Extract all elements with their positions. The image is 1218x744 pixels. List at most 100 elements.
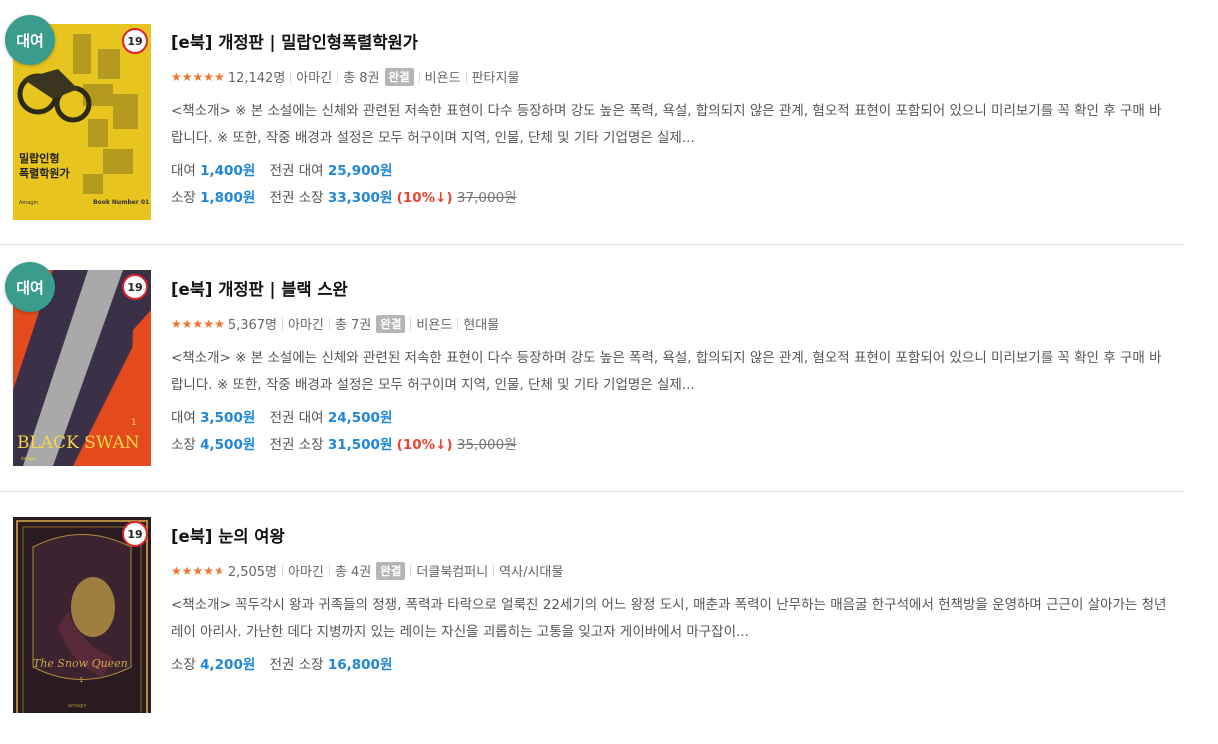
own-all-label: 전권 소장 bbox=[269, 657, 324, 673]
divider bbox=[328, 564, 330, 577]
star-icon: ★ bbox=[203, 69, 215, 84]
divider bbox=[410, 564, 412, 577]
star-icon: ★ bbox=[203, 316, 215, 331]
star-icon: ★ bbox=[192, 316, 204, 331]
rent-all-label: 전권 대여 bbox=[269, 410, 324, 426]
book-meta: ★ ★ ★ ★ ★ 12,142명 아마긴 총 8권 완결 비욘드 판타지물 bbox=[171, 67, 1165, 86]
rent-label: 대여 bbox=[171, 410, 196, 426]
rent-label: 대여 bbox=[171, 163, 196, 179]
cover-author: amagin bbox=[68, 703, 87, 709]
own-price: 4,200원 bbox=[200, 657, 256, 673]
book-item[interactable]: 대여 BLACK SWAN 1 Amagin 19 [e북] 개정판 | 블랙 … bbox=[0, 245, 1185, 492]
complete-badge: 완결 bbox=[376, 314, 406, 333]
book-meta: ★ ★ ★ ★ ★ 2,505명 아마긴 총 4권 완결 더클북컴퍼니 역사/시대물 bbox=[171, 561, 1165, 580]
genre-link[interactable]: 역사/시대물 bbox=[499, 561, 563, 580]
divider bbox=[282, 317, 284, 330]
book-description: <책소개> ※ 본 소설에는 신체와 관련된 저속한 표현이 다수 등장하며 강… bbox=[171, 350, 1162, 393]
publisher-link[interactable]: 더클북컴퍼니 bbox=[416, 561, 488, 580]
publisher-link[interactable]: 비욘드 bbox=[416, 314, 452, 333]
review-count: 5,367명 bbox=[227, 318, 278, 333]
book-description: <책소개> ※ 본 소설에는 신체와 관련된 저속한 표현이 다수 등장하며 강… bbox=[171, 103, 1162, 146]
cover-title-line: 폭렬학원가 bbox=[19, 166, 70, 180]
star-icon: ★ bbox=[171, 316, 182, 331]
book-info: [e북] 개정판 | 밀랍인형폭렬학원가 ★ ★ ★ ★ ★ 12,142명 아마긴 총… bbox=[171, 29, 1165, 212]
own-all-price: 31,500원 bbox=[327, 437, 393, 453]
rating-stars: ★ ★ ★ ★ ★ bbox=[171, 565, 225, 577]
star-icon: ★ bbox=[181, 316, 193, 331]
own-all-label: 전권 소장 bbox=[269, 437, 324, 453]
genre-link[interactable]: 현대물 bbox=[463, 314, 499, 333]
book-item[interactable]: The Snow Queen 1 amagin 19 [e북] 눈의 여왕 ★ ★… bbox=[0, 492, 1185, 744]
original-price: 37,000원 bbox=[456, 190, 517, 206]
rent-price: 3,500원 bbox=[200, 410, 256, 426]
star-icon: ★ bbox=[171, 563, 182, 578]
review-count: 2,505명 bbox=[227, 565, 278, 580]
complete-badge: 완결 bbox=[376, 561, 406, 580]
own-price-row: 소장 4,200원 전권 소장 16,800원 bbox=[171, 652, 1165, 679]
own-label: 소장 bbox=[171, 190, 196, 206]
book-title-link[interactable]: [e북] 개정판 | 밀랍인형폭렬학원가 bbox=[171, 29, 1165, 53]
age-19-badge: 19 bbox=[122, 28, 148, 54]
age-19-badge: 19 bbox=[122, 274, 148, 300]
own-price-row: 소장 4,500원 전권 소장 31,500원 (10%↓) 35,000원 bbox=[171, 432, 1165, 459]
divider bbox=[328, 317, 330, 330]
genre-link[interactable]: 판타지물 bbox=[472, 67, 520, 86]
own-price-row: 소장 1,800원 전권 소장 33,300원 (10%↓) 37,000원 bbox=[171, 185, 1165, 212]
book-item[interactable]: 대여 밀랍인형 폭렬학원가 Amagin Book Number 01 19 [… bbox=[0, 0, 1185, 245]
rent-price-row: 대여 3,500원 전권 대여 24,500원 bbox=[171, 405, 1165, 432]
cover-sub: 1 bbox=[79, 676, 83, 684]
rent-price-row: 대여 1,400원 전권 대여 25,900원 bbox=[171, 158, 1165, 185]
book-info: [e북] 눈의 여왕 ★ ★ ★ ★ ★ 2,505명 아마긴 총 4권 완결 더클북컴… bbox=[171, 523, 1166, 679]
author-link[interactable]: 아마긴 bbox=[288, 561, 324, 580]
star-icon: ★ bbox=[171, 69, 182, 84]
discount-rate: (10%↓) bbox=[396, 437, 453, 453]
own-label: 소장 bbox=[171, 657, 196, 673]
own-all-price: 16,800원 bbox=[327, 657, 393, 673]
rating-stars: ★ ★ ★ ★ ★ bbox=[171, 71, 225, 83]
divider bbox=[493, 564, 495, 577]
star-icon: ★ bbox=[214, 69, 225, 84]
author-link[interactable]: 아마긴 bbox=[288, 314, 324, 333]
own-all-price: 33,300원 bbox=[327, 190, 393, 206]
own-price: 1,800원 bbox=[200, 190, 256, 206]
divider bbox=[410, 317, 412, 330]
book-list: 대여 밀랍인형 폭렬학원가 Amagin Book Number 01 19 [… bbox=[0, 0, 1185, 744]
age-19-badge: 19 bbox=[122, 521, 148, 547]
divider bbox=[282, 564, 284, 577]
review-count: 12,142명 bbox=[227, 71, 286, 86]
rent-all-price: 25,900원 bbox=[327, 163, 393, 179]
divider bbox=[337, 70, 339, 83]
publisher-link[interactable]: 비욘드 bbox=[425, 67, 461, 86]
star-icon: ★ bbox=[181, 563, 193, 578]
divider bbox=[465, 70, 467, 83]
own-label: 소장 bbox=[171, 437, 196, 453]
rent-badge: 대여 bbox=[5, 262, 55, 312]
half-star-icon: ★ bbox=[214, 563, 225, 578]
divider bbox=[457, 317, 459, 330]
volume-count: 총 4권 bbox=[334, 565, 372, 580]
cover-title: BLACK SWAN bbox=[17, 433, 140, 453]
rent-all-price: 24,500원 bbox=[327, 410, 393, 426]
own-all-label: 전권 소장 bbox=[269, 190, 324, 206]
star-icon: ★ bbox=[192, 563, 204, 578]
cover-title-line: 밀랍인형 bbox=[19, 151, 59, 165]
divider bbox=[290, 70, 292, 83]
volume-count: 총 8권 bbox=[343, 71, 380, 86]
volume-count: 총 7권 bbox=[334, 318, 372, 333]
book-title-link[interactable]: [e북] 눈의 여왕 bbox=[171, 523, 1165, 547]
book-description: <책소개> 꼭두각시 왕과 귀족들의 정쟁, 폭력과 타락으로 얼룩진 22세기… bbox=[171, 597, 1167, 640]
cover-author: Amagin bbox=[21, 456, 37, 461]
star-icon: ★ bbox=[203, 563, 215, 578]
own-price: 4,500원 bbox=[200, 437, 256, 453]
rent-badge: 대여 bbox=[5, 15, 55, 65]
cover-title: The Snow Queen bbox=[33, 657, 128, 670]
rent-price: 1,400원 bbox=[200, 163, 256, 179]
author-link[interactable]: 아마긴 bbox=[296, 67, 332, 86]
complete-badge: 완결 bbox=[384, 67, 414, 86]
divider bbox=[418, 70, 420, 83]
rent-all-label: 전권 대여 bbox=[269, 163, 324, 179]
cover-author: Amagin bbox=[19, 200, 38, 206]
book-title-link[interactable]: [e북] 개정판 | 블랙 스완 bbox=[171, 276, 1165, 300]
star-icon: ★ bbox=[192, 69, 204, 84]
discount-rate: (10%↓) bbox=[396, 190, 453, 206]
